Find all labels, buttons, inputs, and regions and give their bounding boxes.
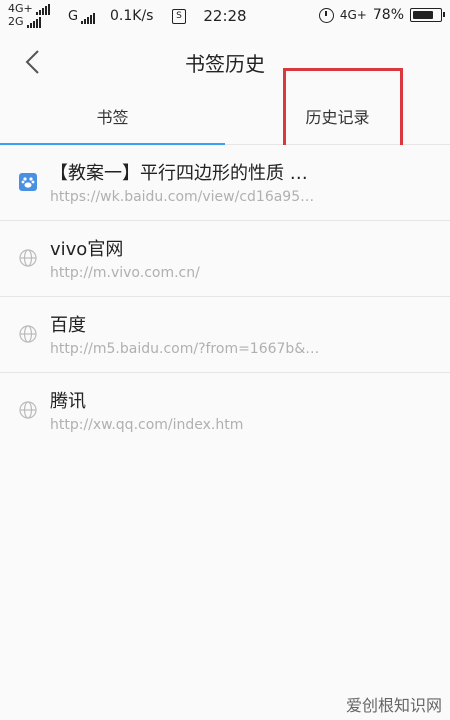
watermark: 爱创根知识网: [345, 696, 442, 715]
history-url: http://xw.qq.com/index.htm: [50, 417, 244, 433]
history-url: https://wk.baidu.com/view/cd16a95…: [50, 189, 315, 205]
globe-icon: [19, 401, 37, 419]
globe-icon: [19, 325, 37, 343]
history-title: 百度: [50, 315, 86, 336]
list-item[interactable]: 【教案一】平行四边形的性质 … https://wk.baidu.com/vie…: [0, 145, 450, 221]
network-type-label: 2G: [8, 15, 24, 28]
history-url: http://m.vivo.com.cn/: [50, 265, 200, 281]
list-item[interactable]: vivo官网 http://m.vivo.com.cn/: [0, 221, 450, 297]
history-url: http://m5.baidu.com/?from=1667b&…: [50, 341, 320, 357]
network-speed: 0.1K/s: [110, 8, 154, 24]
history-title: 腾讯: [50, 391, 86, 412]
history-title: vivo官网: [50, 239, 124, 260]
list-item[interactable]: 百度 http://m5.baidu.com/?from=1667b&…: [0, 297, 450, 373]
cellular-signal: 4G+ 2G: [8, 2, 50, 28]
list-item[interactable]: 腾讯 http://xw.qq.com/index.htm: [0, 373, 450, 449]
battery-percent: 78%: [372, 7, 404, 23]
notification-s-icon: S: [172, 9, 186, 24]
highlight-box: [283, 68, 403, 153]
cellular-signal-2: G: [68, 9, 96, 24]
history-list: 【教案一】平行四边形的性质 … https://wk.baidu.com/vie…: [0, 145, 450, 449]
tab-bookmarks[interactable]: 书签: [0, 92, 225, 144]
alarm-icon: [318, 7, 334, 23]
signal-icon: [81, 13, 96, 24]
baidu-icon: [19, 173, 37, 191]
history-title: 【教案一】平行四边形的性质 …: [50, 163, 308, 184]
status-bar: 4G+ 2G G 0.1K/s S 22:28 4G+ 78%: [0, 0, 450, 34]
network-type-label: 4G+: [339, 8, 367, 22]
signal-icon: [35, 4, 50, 15]
clock: 22:28: [203, 7, 247, 25]
battery-icon: [410, 8, 445, 22]
network-type-label: G: [68, 9, 79, 24]
signal-icon: [26, 17, 41, 28]
globe-icon: [19, 249, 37, 267]
network-type-label: 4G+: [8, 2, 33, 15]
empty-area: 爱创根知识网: [0, 445, 450, 720]
